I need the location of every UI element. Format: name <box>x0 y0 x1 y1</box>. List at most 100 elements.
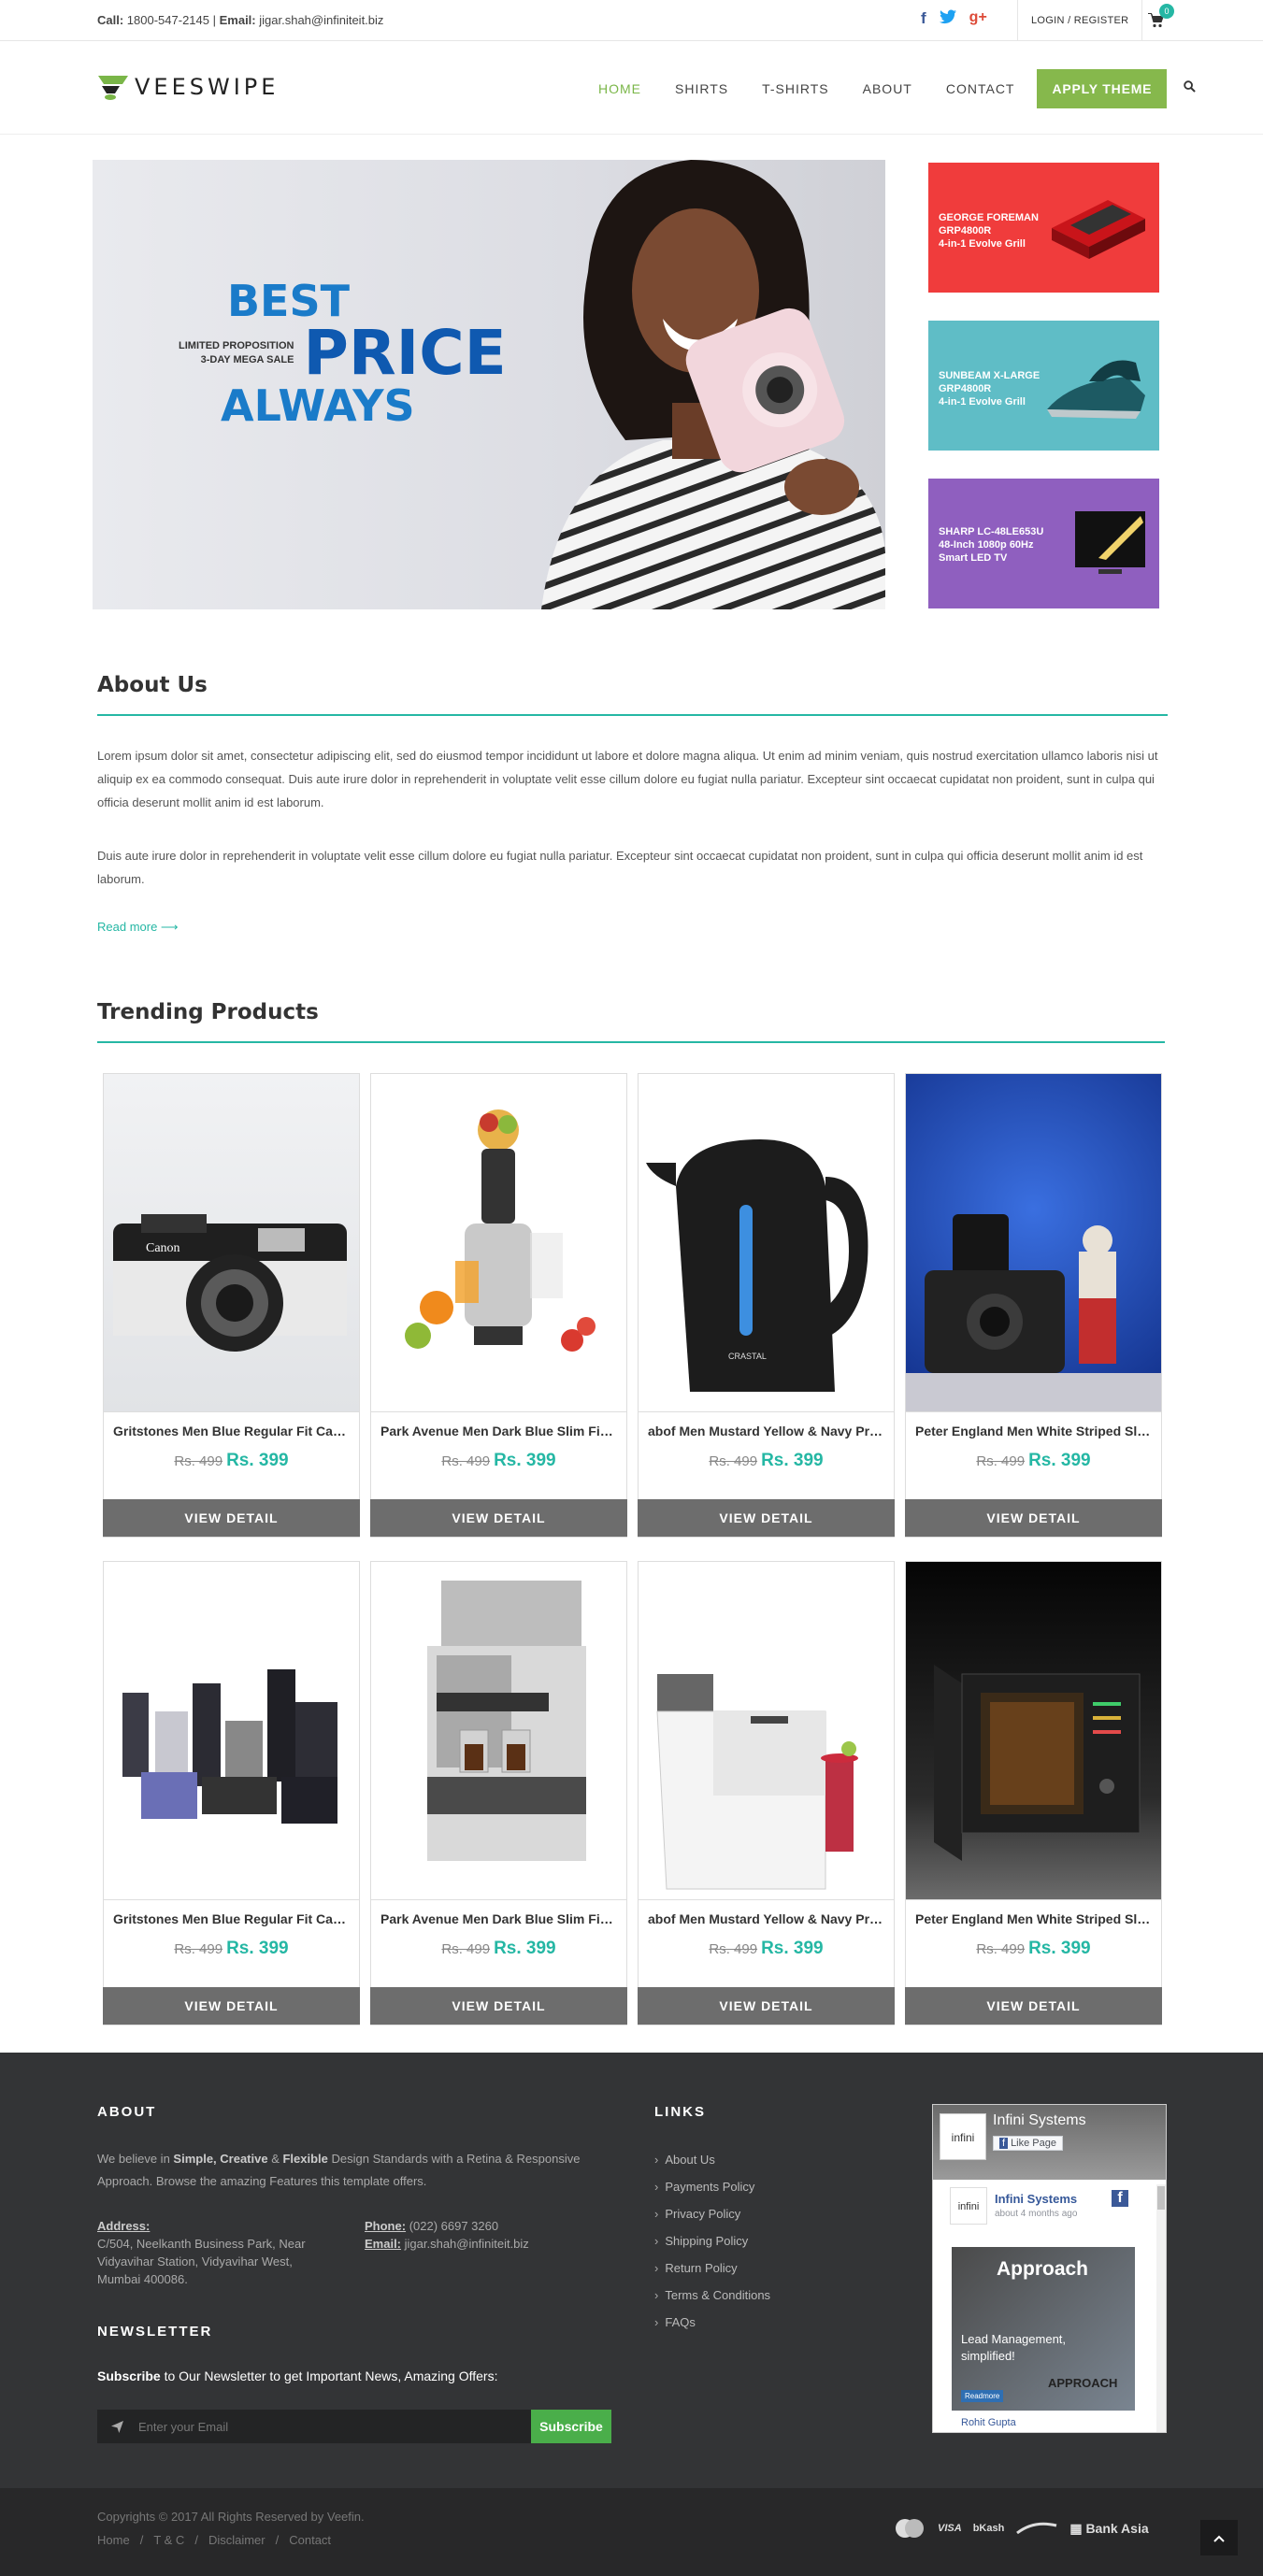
product-card[interactable]: Park Avenue Men Dark Blue Slim Fit Forma… <box>370 1073 627 1538</box>
fb-scrollbar[interactable] <box>1156 2184 1166 2432</box>
product-image-juicer-white[interactable] <box>639 1562 894 1900</box>
nav-contact[interactable]: CONTACT <box>946 70 1015 107</box>
old-price: Rs. 499 <box>174 1453 223 1469</box>
grill-image <box>1052 200 1145 259</box>
footer-link-payments-policy[interactable]: Payments Policy <box>654 2173 770 2200</box>
bottom-link-tc[interactable]: T & C <box>153 2533 184 2547</box>
product-name[interactable]: Gritstones Men Blue Regular Fit Casual S… <box>104 1911 359 1926</box>
product-card[interactable]: Canon Gritstones Men Blue Regular Fit Ca… <box>103 1073 360 1538</box>
product-card[interactable]: CRASTAL abof Men Mustard Yellow & Navy P… <box>638 1073 895 1538</box>
about-paragraph-2: Duis aute irure dolor in reprehenderit i… <box>97 849 1143 886</box>
fb-commenter[interactable]: Rohit Gupta <box>961 2417 1016 2428</box>
product-card[interactable]: Park Avenue Men Dark Blue Slim Fit Forma… <box>370 1561 627 2025</box>
fb-like-page-button[interactable]: f Like Page <box>993 2136 1063 2151</box>
footer-phone[interactable]: (022) 6697 3260 <box>409 2219 498 2233</box>
send-icon <box>97 2410 136 2443</box>
view-detail-button[interactable]: VIEW DETAIL <box>905 1499 1162 1537</box>
promo-tile-iron[interactable]: SUNBEAM X-LARGE GRP4800R 4-in-1 Evolve G… <box>928 321 1159 451</box>
email-label: Email: <box>219 13 256 27</box>
product-name[interactable]: Peter England Men White Striped Slim Fit <box>906 1424 1161 1438</box>
hero-small-line-1: LIMITED PROPOSITION <box>179 340 294 351</box>
call-label: Call: <box>97 13 124 27</box>
footer-email[interactable]: jigar.shah@infiniteit.biz <box>405 2237 529 2251</box>
footer-links-title: LINKS <box>654 2104 706 2120</box>
view-detail-button[interactable]: VIEW DETAIL <box>370 1499 627 1537</box>
nav-home[interactable]: HOME <box>598 70 641 107</box>
fb-post-image[interactable]: Approach Lead Management, simplified! Rea… <box>952 2247 1135 2411</box>
back-to-top-button[interactable] <box>1200 2520 1238 2555</box>
footer-contact: Phone: (022) 6697 3260 Email: jigar.shah… <box>365 2217 608 2253</box>
fb-post-author[interactable]: Infini Systems <box>995 2192 1077 2206</box>
footer-link-return-policy[interactable]: Return Policy <box>654 2254 770 2282</box>
facebook-icon[interactable]: f <box>921 9 926 29</box>
nav-about[interactable]: ABOUT <box>863 70 912 107</box>
bottom-link-home[interactable]: Home <box>97 2533 130 2547</box>
footer-about-title: ABOUT <box>97 2104 157 2120</box>
product-name[interactable]: abof Men Mustard Yellow & Navy Printed <box>639 1911 894 1926</box>
newsletter-email-input[interactable] <box>136 2410 531 2443</box>
product-name[interactable]: abof Men Mustard Yellow & Navy Printed <box>639 1424 894 1438</box>
product-card[interactable]: abof Men Mustard Yellow & Navy Printed R… <box>638 1561 895 2025</box>
view-detail-button[interactable]: VIEW DETAIL <box>905 1987 1162 2025</box>
bank-asia-logo: ▦ Bank Asia <box>1069 2520 1149 2536</box>
product-image-juicer[interactable] <box>371 1074 626 1412</box>
sale-price: Rs. 399 <box>1028 1939 1091 1958</box>
product-name[interactable]: Gritstones Men Blue Regular Fit Casual S… <box>104 1424 359 1438</box>
top-bar: Call: 1800-547-2145 | Email: jigar.shah@… <box>0 0 1263 41</box>
product-image-camera-toy[interactable] <box>906 1074 1161 1412</box>
footer-link-privacy-policy[interactable]: Privacy Policy <box>654 2200 770 2227</box>
product-image-espresso[interactable] <box>371 1562 626 1900</box>
view-detail-button[interactable]: VIEW DETAIL <box>638 1499 895 1537</box>
view-detail-button[interactable]: VIEW DETAIL <box>103 1987 360 2025</box>
product-image-oven[interactable] <box>906 1562 1161 1900</box>
nav-t-shirts[interactable]: T-SHIRTS <box>762 70 829 107</box>
login-register-link[interactable]: LOGIN / REGISTER <box>1017 0 1143 41</box>
phone-number[interactable]: 1800-547-2145 <box>127 13 209 27</box>
product-card[interactable]: Peter England Men White Striped Slim Fit… <box>905 1561 1162 2025</box>
promo-title: SUNBEAM X-LARGE <box>939 370 1041 381</box>
search-icon[interactable] <box>1184 80 1197 97</box>
subscribe-button[interactable]: Subscribe <box>531 2410 611 2443</box>
hero-line-always: ALWAYS <box>221 380 415 431</box>
visa-logo: VISA <box>938 2523 962 2534</box>
product-image-appliances[interactable] <box>104 1562 359 1900</box>
logo[interactable]: VEESWIPE <box>97 73 279 101</box>
google-plus-icon[interactable]: g+ <box>969 9 987 29</box>
view-detail-button[interactable]: VIEW DETAIL <box>103 1499 360 1537</box>
fb-post-time: about 4 months ago <box>995 2209 1078 2219</box>
product-image-camera[interactable]: Canon <box>104 1074 359 1412</box>
product-name[interactable]: Peter England Men White Striped Slim Fit <box>906 1911 1161 1926</box>
trending-title: Trending Products <box>97 1000 319 1024</box>
nav-shirts[interactable]: SHIRTS <box>675 70 728 107</box>
product-image-kettle[interactable]: CRASTAL <box>639 1074 894 1412</box>
about-paragraph-1: Lorem ipsum dolor sit amet, consectetur … <box>97 749 1158 809</box>
footer-link-shipping-policy[interactable]: Shipping Policy <box>654 2227 770 2254</box>
bottom-link-disclaimer[interactable]: Disclaimer <box>208 2533 266 2547</box>
apply-theme-button[interactable]: APPLY THEME <box>1037 69 1168 108</box>
promo-tile-grill[interactable]: GEORGE FOREMAN GRP4800R 4-in-1 Evolve Gr… <box>928 163 1159 293</box>
footer-link-terms[interactable]: Terms & Conditions <box>654 2282 770 2309</box>
product-name[interactable]: Park Avenue Men Dark Blue Slim Fit Forma… <box>371 1424 626 1438</box>
twitter-icon[interactable] <box>939 9 956 29</box>
bottom-links: Home / T & C / Disclaimer / Contact <box>97 2533 332 2547</box>
old-price: Rs. 499 <box>976 1453 1026 1469</box>
fb-page-name[interactable]: Infini Systems <box>993 2112 1086 2129</box>
facebook-page-widget[interactable]: infini Infini Systems f Like Page infini … <box>932 2104 1167 2433</box>
promo-tile-tv[interactable]: SHARP LC-48LE653U 48-Inch 1080p 60Hz Sma… <box>928 479 1159 608</box>
product-name[interactable]: Park Avenue Men Dark Blue Slim Fit Forma… <box>371 1911 626 1926</box>
fb-readmore-button[interactable]: Readmore <box>961 2390 1004 2402</box>
about-title: About Us <box>97 673 208 697</box>
promo-desc: 4-in-1 Evolve Grill <box>939 238 1026 250</box>
view-detail-button[interactable]: VIEW DETAIL <box>638 1987 895 2025</box>
footer-link-about-us[interactable]: About Us <box>654 2146 770 2173</box>
product-card[interactable]: Gritstones Men Blue Regular Fit Casual S… <box>103 1561 360 2025</box>
footer-link-faqs[interactable]: FAQs <box>654 2309 770 2336</box>
facebook-icon: f <box>1112 2190 1128 2207</box>
view-detail-button[interactable]: VIEW DETAIL <box>370 1987 627 2025</box>
hero-banner[interactable]: BEST LIMITED PROPOSITION 3-DAY MEGA SALE… <box>93 160 885 609</box>
promo-desc: 4-in-1 Evolve Grill <box>939 396 1026 408</box>
product-card[interactable]: Peter England Men White Striped Slim Fit… <box>905 1073 1162 1538</box>
bottom-link-contact[interactable]: Contact <box>289 2533 331 2547</box>
email-link[interactable]: jigar.shah@infiniteit.biz <box>259 13 383 27</box>
read-more-link[interactable]: Read more ⟶ <box>97 920 179 935</box>
